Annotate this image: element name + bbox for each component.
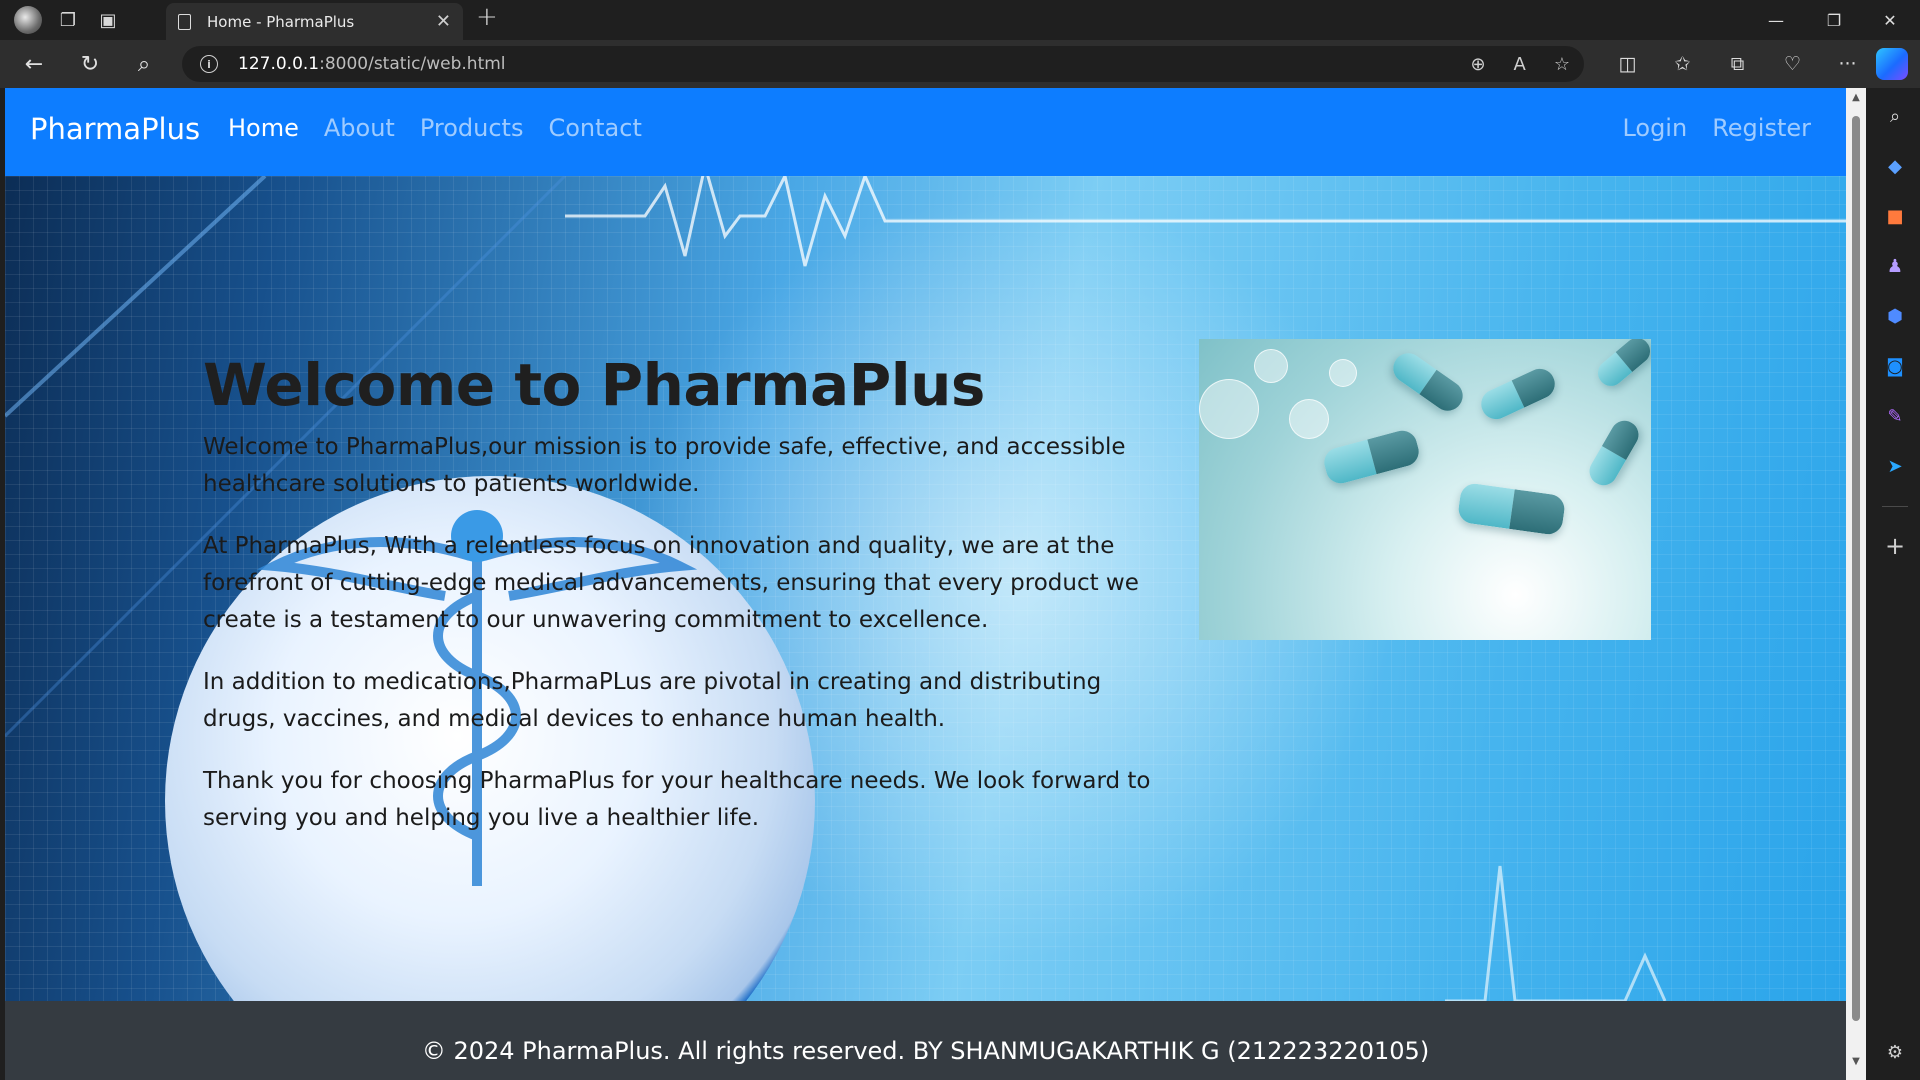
hero-paragraph-thanks: Thank you for choosing PharmaPlus for yo… [203,767,1151,831]
new-tab-button[interactable]: + [476,2,498,32]
favorites-icon[interactable]: ✩ [1655,53,1710,75]
restore-icon[interactable]: ❐ [1806,0,1862,40]
window-close-icon[interactable]: ✕ [1862,0,1918,40]
hero-paragraph-innovation: At PharmaPlus, With a relentless focus o… [203,532,1139,633]
read-aloud-icon[interactable]: A [1514,54,1526,75]
hero-paragraph-products: In addition to medications,PharmaPLus ar… [203,668,1102,732]
copilot-icon[interactable] [1876,48,1908,80]
collections-icon[interactable]: ⧉ [1710,53,1765,75]
site-brand[interactable]: PharmaPlus [30,112,200,146]
capsule [1456,481,1567,537]
workspaces-icon[interactable]: ❐ [48,0,88,40]
close-tab-icon[interactable]: ✕ [436,11,451,32]
hero-paragraph-mission: Welcome to PharmaPlus,our mission is to … [203,433,1126,497]
nav-about[interactable]: About [324,114,395,142]
page-document-icon [178,13,191,30]
nav-register[interactable]: Register [1712,114,1811,142]
footer-copyright: © 2024 PharmaPlus. All rights reserved. … [421,1037,1430,1065]
nav-login[interactable]: Login [1622,114,1687,142]
main-nav: Home About Products Contact [228,114,642,142]
sidebar-microsoft365-icon[interactable]: ⬢ [1870,302,1920,330]
scrollbar-thumb[interactable] [1852,116,1860,1021]
site-footer: © 2024 PharmaPlus. All rights reserved. … [5,1001,1846,1080]
minimize-icon[interactable]: — [1748,0,1804,40]
edge-sidebar: ⌕ ◆ ■ ♟ ⬢ ◙ ✎ ➤ + ⚙ [1870,88,1920,1080]
zoom-icon[interactable]: ⊕ [1470,54,1485,75]
page-viewport: PharmaPlus Home About Products Contact L… [5,88,1846,1080]
capsule [1476,363,1560,425]
sidebar-add-icon[interactable]: + [1870,532,1920,560]
hero-content: Welcome to PharmaPlus Welcome to PharmaP… [203,351,1153,862]
sidebar-search-icon[interactable]: ⌕ [1870,102,1920,130]
sidebar-tools-icon[interactable]: ■ [1870,202,1920,230]
auth-nav: Login Register [1622,114,1811,142]
back-button[interactable]: ← [12,40,56,88]
capsule [1387,347,1469,417]
favorite-star-icon[interactable]: ☆ [1554,54,1570,75]
sidebar-designer-icon[interactable]: ✎ [1870,402,1920,430]
address-toolbar: ← ↻ ⌕ i 127.0.0.1:8000/static/web.html ⊕… [0,40,1920,88]
split-screen-icon[interactable]: ◫ [1600,53,1655,75]
capsule [1584,415,1644,491]
molecule-bubble [1199,379,1259,439]
browser-tab-title: Home - PharmaPlus [207,12,355,31]
molecule-bubble [1254,349,1288,383]
scroll-down-icon[interactable]: ▼ [1850,1056,1862,1068]
scroll-up-icon[interactable]: ▲ [1850,92,1862,104]
hero-heading: Welcome to PharmaPlus [203,351,985,419]
browser-tab-active[interactable]: Home - PharmaPlus ✕ [166,3,463,40]
browser-essentials-icon[interactable]: ♡ [1765,53,1820,75]
sidebar-shopping-icon[interactable]: ◆ [1870,152,1920,180]
sidebar-games-icon[interactable]: ♟ [1870,252,1920,280]
molecule-bubble [1289,399,1329,439]
site-info-icon[interactable]: i [200,55,218,73]
more-menu-icon[interactable]: ··· [1820,53,1875,75]
search-icon[interactable]: ⌕ [122,40,166,88]
profile-avatar[interactable] [14,6,42,34]
sidebar-outlook-icon[interactable]: ◙ [1870,352,1920,380]
capsule [1320,427,1423,487]
address-field[interactable]: i 127.0.0.1:8000/static/web.html ⊕ A ☆ [182,46,1584,82]
capsule [1592,339,1651,392]
hero-section: Welcome to PharmaPlus Welcome to PharmaP… [5,176,1846,1001]
tab-actions-icon[interactable]: ▣ [88,0,128,40]
page-scrollbar[interactable]: ▲ ▼ [1846,88,1866,1080]
refresh-button[interactable]: ↻ [68,40,112,88]
sidebar-settings-icon[interactable]: ⚙ [1870,1038,1920,1066]
nav-home[interactable]: Home [228,114,299,142]
nav-products[interactable]: Products [420,114,524,142]
sidebar-send-icon[interactable]: ➤ [1870,452,1920,480]
molecule-bubble [1329,359,1357,387]
site-navbar: PharmaPlus Home About Products Contact L… [5,88,1846,176]
capsules-image [1199,339,1651,640]
nav-contact[interactable]: Contact [548,114,641,142]
sidebar-divider [1882,506,1908,507]
url-text[interactable]: 127.0.0.1:8000/static/web.html [238,54,506,74]
